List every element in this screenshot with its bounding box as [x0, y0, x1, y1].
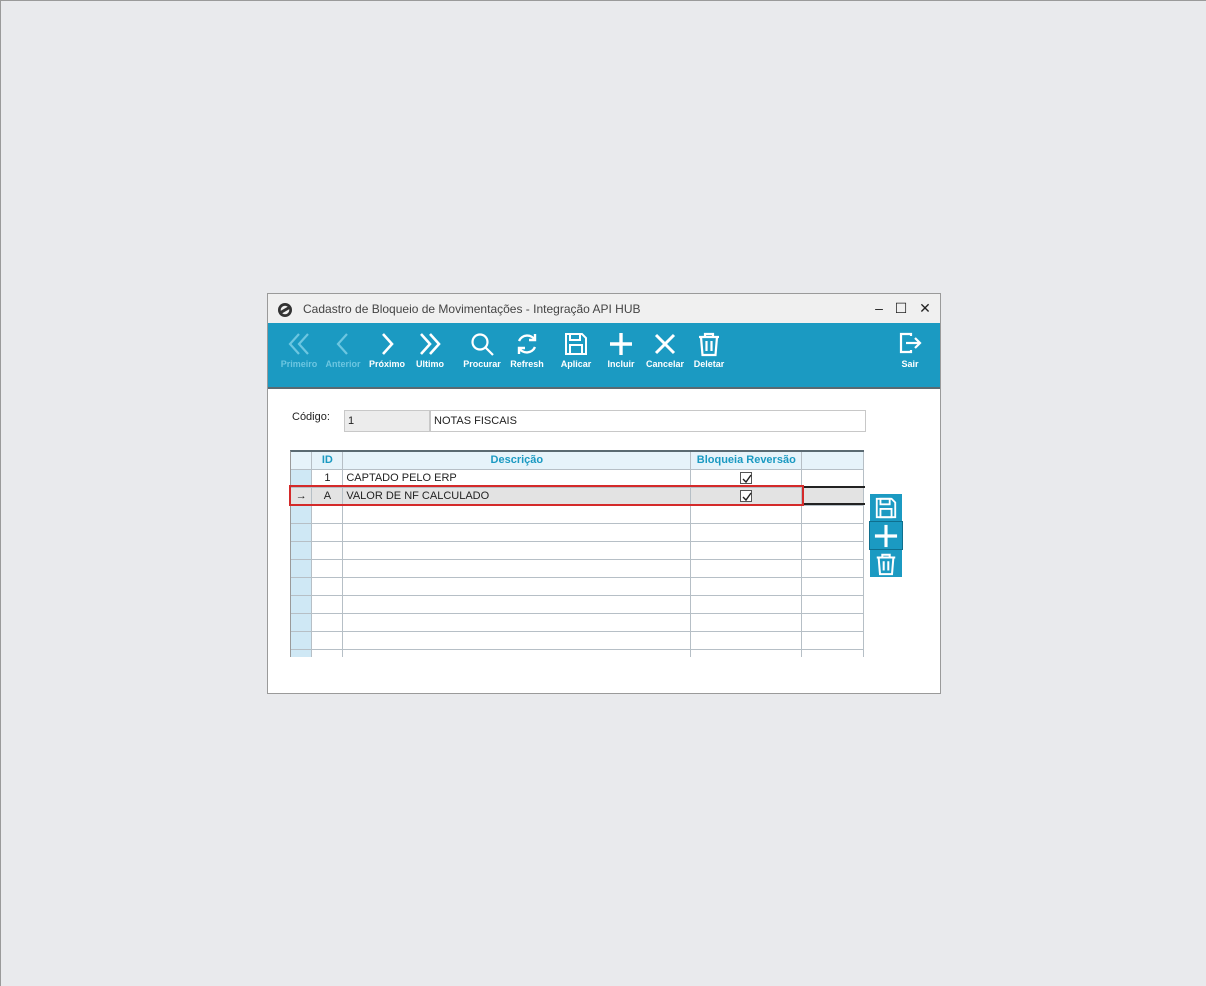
search-label: Procurar — [463, 359, 501, 369]
grid-save-button[interactable] — [870, 494, 902, 521]
empty-row — [291, 631, 864, 650]
plus-icon — [610, 333, 632, 355]
delete-button[interactable]: Deletar — [686, 323, 732, 387]
trash-icon — [699, 332, 719, 357]
cell-descricao[interactable]: VALOR DE NF CALCULADO — [342, 487, 692, 506]
title-bar: Cadastro de Bloqueio de Movimentações - … — [268, 294, 940, 323]
codigo-field[interactable]: 1 — [344, 410, 430, 432]
refresh-label: Refresh — [510, 359, 544, 369]
app-logo-icon — [278, 303, 292, 317]
empty-row — [291, 559, 864, 578]
refresh-button[interactable]: Refresh — [504, 323, 550, 387]
cancel-button[interactable]: Cancelar — [642, 323, 688, 387]
save-icon — [875, 497, 897, 519]
header-indicator-cell — [291, 452, 313, 470]
close-window-button[interactable]: ✕ — [917, 300, 933, 316]
column-header-empty — [801, 452, 864, 470]
row-indicator[interactable] — [291, 469, 313, 488]
empty-row — [291, 613, 864, 632]
column-header-bloqueia-reversao[interactable]: Bloqueia Reversão — [690, 452, 803, 470]
last-record-label: Ultimo — [416, 359, 444, 369]
first-record-label: Primeiro — [280, 359, 318, 369]
apply-button[interactable]: Aplicar — [553, 323, 599, 387]
grid-header-row: ID Descrição Bloqueia Reversão — [291, 452, 864, 470]
exit-button[interactable]: Sair — [887, 323, 933, 387]
include-button[interactable]: Incluir — [598, 323, 644, 387]
checkbox-checked[interactable] — [740, 490, 753, 503]
cell-descricao[interactable]: CAPTADO PELO ERP — [342, 469, 692, 488]
cell-empty — [801, 469, 864, 488]
table-row-selected[interactable]: → A VALOR DE NF CALCULADO — [291, 487, 864, 506]
grid-delete-button[interactable] — [870, 550, 902, 577]
toolbar: Primeiro Anterior Próximo Ultimo Procura… — [268, 323, 940, 389]
cancel-label: Cancelar — [645, 359, 685, 369]
next-record-label: Próximo — [368, 359, 405, 369]
column-header-descricao[interactable]: Descrição — [342, 452, 692, 470]
last-record-button[interactable]: Ultimo — [407, 323, 453, 387]
trash-icon — [876, 553, 896, 576]
refresh-icon — [517, 334, 537, 354]
maximize-button[interactable]: ☐ — [893, 300, 909, 316]
first-record-button[interactable]: Primeiro — [276, 323, 322, 387]
cell-id[interactable]: A — [311, 487, 344, 506]
data-grid[interactable]: ID Descrição Bloqueia Reversão 1 CAPTADO… — [290, 450, 864, 657]
empty-row — [291, 577, 864, 596]
empty-row — [291, 523, 864, 542]
column-header-id[interactable]: ID — [311, 452, 344, 470]
descricao-value: NOTAS FISCAIS — [434, 415, 517, 427]
include-label: Incluir — [607, 359, 635, 369]
descricao-field[interactable]: NOTAS FISCAIS — [430, 410, 866, 432]
plus-icon — [874, 524, 898, 548]
dialog-window: Cadastro de Bloqueio de Movimentações - … — [267, 293, 941, 694]
codigo-label: Código: — [292, 411, 330, 423]
minimize-button[interactable]: – — [871, 300, 887, 316]
row-divider-line — [804, 486, 865, 488]
next-record-button[interactable]: Próximo — [364, 323, 410, 387]
apply-label: Aplicar — [560, 359, 592, 369]
search-button[interactable]: Procurar — [459, 323, 505, 387]
cell-bloqueia-reversao[interactable] — [690, 487, 803, 506]
previous-record-button[interactable]: Anterior — [320, 323, 366, 387]
cell-bloqueia-reversao[interactable] — [690, 469, 803, 488]
table-row[interactable]: 1 CAPTADO PELO ERP — [291, 469, 864, 488]
save-icon — [565, 333, 587, 355]
double-chevron-right-icon — [420, 333, 441, 355]
cell-id[interactable]: 1 — [311, 469, 344, 488]
search-icon — [471, 333, 494, 356]
empty-row — [291, 649, 864, 657]
empty-row — [291, 541, 864, 560]
empty-row — [291, 505, 864, 524]
checkbox-checked[interactable] — [740, 472, 753, 485]
empty-row — [291, 595, 864, 614]
check-icon — [742, 492, 752, 502]
double-chevron-left-icon — [288, 333, 309, 355]
previous-record-label: Anterior — [325, 359, 361, 369]
exit-icon — [899, 332, 922, 354]
chevron-left-icon — [336, 333, 348, 355]
row-divider-line — [804, 503, 865, 505]
grid-add-button[interactable] — [869, 521, 903, 550]
chevron-right-icon — [382, 333, 394, 355]
row-indicator[interactable]: → — [291, 487, 313, 506]
codigo-value: 1 — [348, 415, 355, 427]
window-title: Cadastro de Bloqueio de Movimentações - … — [303, 302, 641, 316]
exit-label: Sair — [901, 359, 919, 369]
check-icon — [742, 474, 752, 484]
close-icon — [654, 333, 676, 355]
delete-label: Deletar — [693, 359, 725, 369]
